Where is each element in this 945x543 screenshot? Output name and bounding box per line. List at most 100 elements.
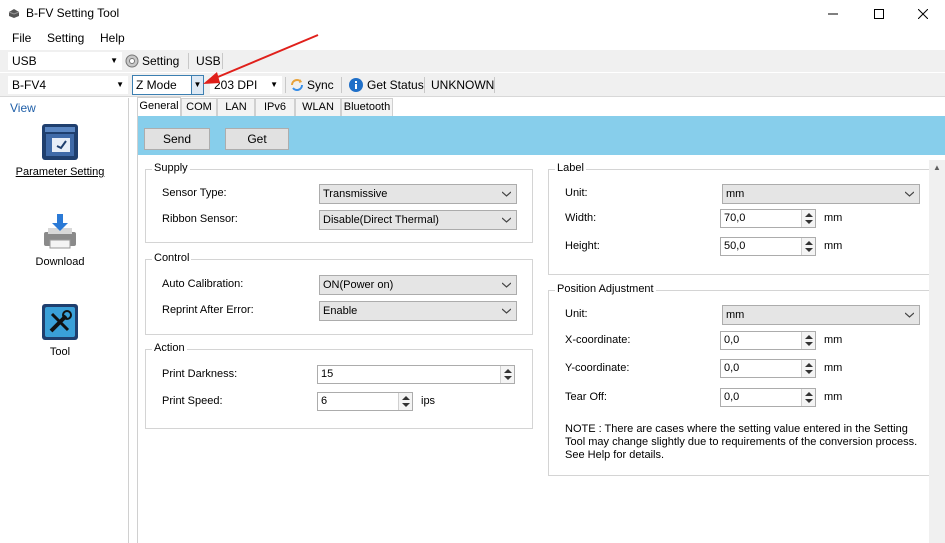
x-coordinate-unit: mm: [824, 334, 843, 346]
auto-calibration-value: ON(Power on): [323, 279, 394, 291]
spinner-arrows-icon[interactable]: [801, 389, 815, 406]
x-coordinate-spinner[interactable]: 0,0: [720, 331, 816, 350]
download-printer-icon: [44, 214, 76, 249]
ribbon-sensor-select[interactable]: Disable(Direct Thermal): [319, 210, 517, 230]
get-status-button[interactable]: Get Status: [367, 76, 424, 94]
tear-off-spinner[interactable]: 0,0: [720, 388, 816, 407]
auto-calibration-select[interactable]: ON(Power on): [319, 275, 517, 295]
y-coordinate-label: Y-coordinate:: [565, 362, 630, 374]
sidebar-item-label: Parameter Setting: [15, 166, 105, 178]
position-legend: Position Adjustment: [555, 283, 656, 295]
menu-help[interactable]: Help: [100, 31, 125, 45]
tab-ipv6[interactable]: IPv6: [255, 98, 295, 116]
model-select-value: B-FV4: [12, 78, 47, 92]
mode-select[interactable]: Z Mode ▼: [132, 75, 204, 95]
auto-calibration-label: Auto Calibration:: [162, 278, 244, 290]
sensor-type-value: Transmissive: [323, 188, 388, 200]
gear-icon: [125, 54, 139, 68]
spinner-arrows-icon[interactable]: [500, 366, 514, 383]
status-value: UNKNOWN: [431, 78, 495, 92]
tool-icon: [42, 304, 78, 340]
control-group: Control Auto Calibration: ON(Power on) R…: [145, 252, 533, 335]
chevron-down-icon: [905, 191, 914, 197]
title-bar: B-FV Setting Tool: [0, 0, 945, 28]
send-button[interactable]: Send: [144, 128, 210, 150]
action-legend: Action: [152, 342, 187, 354]
print-speed-label: Print Speed:: [162, 395, 223, 407]
label-unit-select[interactable]: mm: [722, 184, 920, 204]
tab-general[interactable]: General: [137, 97, 181, 116]
chevron-down-icon: [502, 217, 511, 223]
x-coordinate-value: 0,0: [724, 334, 740, 346]
reprint-select[interactable]: Enable: [319, 301, 517, 321]
sidebar-item-parameter-setting[interactable]: Parameter Setting: [0, 122, 120, 178]
spinner-arrows-icon[interactable]: [801, 332, 815, 349]
spinner-arrows-icon[interactable]: [801, 238, 815, 255]
setting-button[interactable]: Setting: [142, 52, 179, 70]
annotation-arrow-icon: [203, 34, 319, 84]
conversion-note: NOTE : There are cases where the setting…: [565, 423, 918, 461]
scroll-up-icon[interactable]: ▲: [929, 160, 945, 176]
label-height-spinner[interactable]: 50,0: [720, 237, 816, 256]
label-legend: Label: [555, 162, 586, 174]
toolbar-divider: [494, 77, 495, 93]
ribbon-sensor-label: Ribbon Sensor:: [162, 213, 238, 225]
label-width-label: Width:: [565, 212, 597, 224]
toolbar-divider: [341, 77, 342, 93]
tab-wlan[interactable]: WLAN: [295, 98, 341, 116]
tab-com[interactable]: COM: [181, 98, 217, 116]
control-legend: Control: [152, 252, 192, 264]
maximize-button[interactable]: [857, 0, 901, 28]
sidebar-item-label: Download: [35, 256, 85, 268]
tab-lan[interactable]: LAN: [217, 98, 255, 116]
vertical-scrollbar[interactable]: ▲: [929, 160, 945, 543]
action-bar: Send Get: [138, 116, 945, 155]
tear-off-unit: mm: [824, 391, 843, 403]
sidebar-item-download[interactable]: Download: [0, 212, 120, 268]
close-button[interactable]: [901, 0, 945, 28]
print-speed-spinner[interactable]: 6: [317, 392, 413, 411]
menu-bar: File Setting Help: [0, 28, 945, 48]
label-height-unit: mm: [824, 240, 843, 252]
spinner-arrows-icon[interactable]: [398, 393, 412, 410]
sidebar: View Parameter Setting Download Tool: [0, 98, 129, 543]
port-select[interactable]: USB ▼: [8, 52, 122, 70]
chevron-down-icon: [502, 308, 511, 314]
label-unit-value: mm: [726, 188, 745, 200]
y-coordinate-value: 0,0: [724, 362, 740, 374]
label-width-value: 70,0: [724, 212, 746, 224]
position-unit-value: mm: [726, 309, 745, 321]
maximize-icon: [874, 9, 884, 19]
tab-bluetooth[interactable]: Bluetooth: [341, 98, 393, 116]
supply-legend: Supply: [152, 162, 190, 174]
y-coordinate-spinner[interactable]: 0,0: [720, 359, 816, 378]
label-width-spinner[interactable]: 70,0: [720, 209, 816, 228]
app-icon: [8, 9, 20, 18]
sidebar-item-label: Tool: [49, 346, 71, 358]
close-icon: [918, 9, 928, 19]
spinner-arrows-icon[interactable]: [801, 210, 815, 227]
mode-select-value: Z Mode: [136, 78, 177, 92]
position-unit-label: Unit:: [565, 308, 588, 320]
sensor-type-select[interactable]: Transmissive: [319, 184, 517, 204]
sensor-type-label: Sensor Type:: [162, 187, 227, 199]
menu-file[interactable]: File: [12, 31, 31, 45]
print-darkness-spinner[interactable]: 15: [317, 365, 515, 384]
ribbon-sensor-value: Disable(Direct Thermal): [323, 214, 439, 226]
reprint-value: Enable: [323, 305, 358, 317]
label-group: Label Unit: mm Width: 70,0 mm Height: 50…: [548, 162, 933, 275]
position-unit-select[interactable]: mm: [722, 305, 920, 325]
spinner-arrows-icon[interactable]: [801, 360, 815, 377]
general-tab-panel: Send Get Supply Sensor Type: Transmissiv…: [137, 116, 945, 543]
minimize-button[interactable]: [811, 0, 855, 28]
label-height-value: 50,0: [724, 240, 746, 252]
get-button[interactable]: Get: [225, 128, 289, 150]
tear-off-label: Tear Off:: [565, 391, 607, 403]
model-select[interactable]: B-FV4 ▼: [8, 76, 128, 94]
chevron-down-icon: [502, 282, 511, 288]
sidebar-item-tool[interactable]: Tool: [0, 302, 120, 358]
menu-setting[interactable]: Setting: [47, 31, 84, 45]
chevron-down-icon: [502, 191, 511, 197]
print-darkness-label: Print Darkness:: [162, 368, 238, 380]
label-height-label: Height:: [565, 240, 600, 252]
